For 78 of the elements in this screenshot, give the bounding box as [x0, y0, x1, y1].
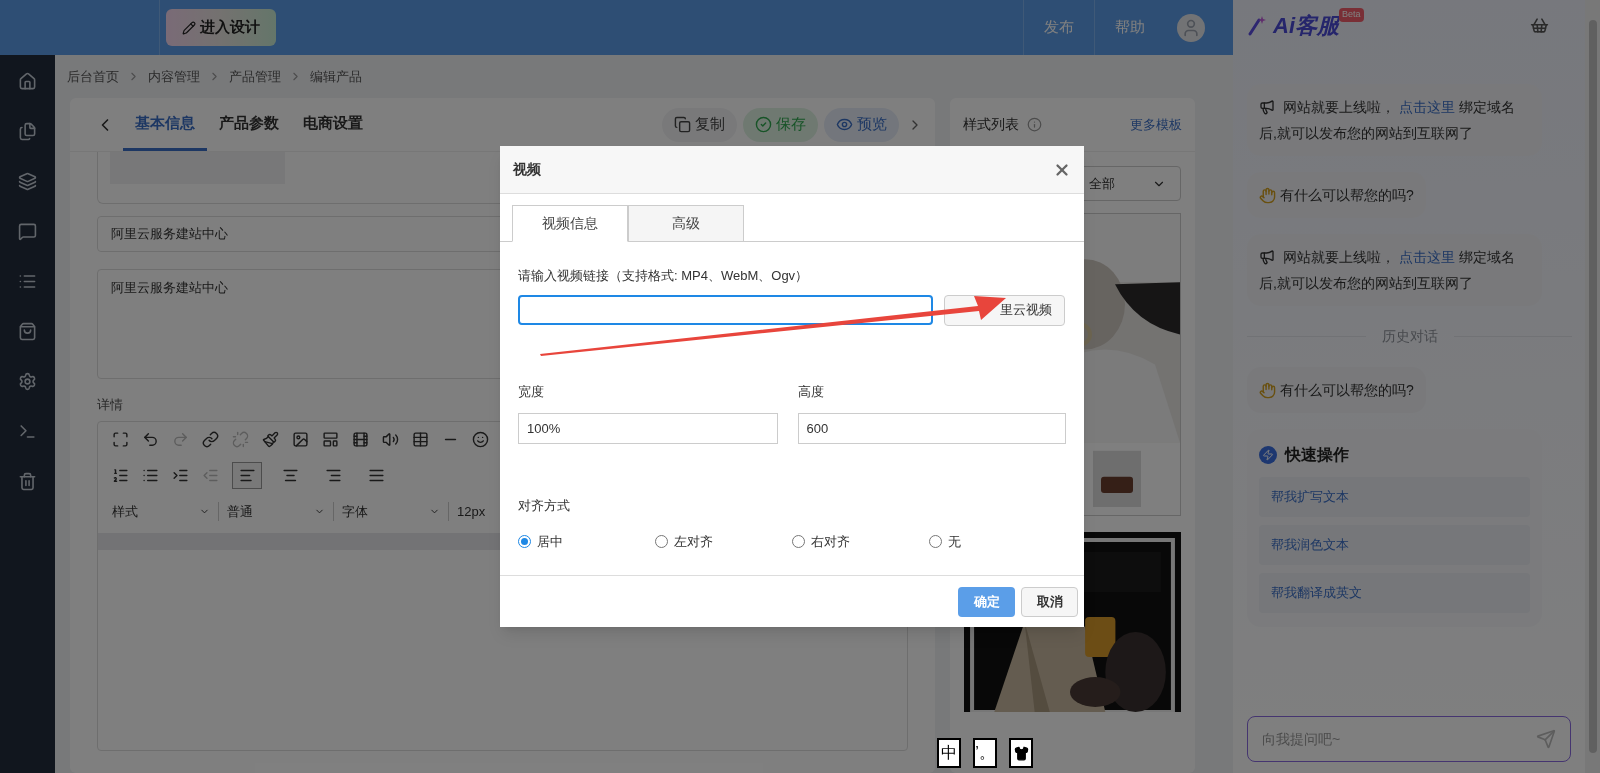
dialog-tab[interactable]: 视频信息	[512, 205, 628, 242]
undo-icon[interactable]	[142, 431, 159, 449]
brand-logo: Ai客服	[1273, 11, 1339, 40]
basket-icon[interactable]	[1530, 15, 1549, 35]
chat-message: 有什么可以帮您的吗?	[1280, 186, 1414, 205]
layers-icon[interactable]	[18, 172, 37, 191]
check-circle-icon	[755, 116, 772, 134]
numbered-list-icon[interactable]	[112, 467, 129, 485]
emoji-icon[interactable]	[472, 431, 489, 449]
font-size-dropdown[interactable]: 12px	[457, 501, 486, 522]
confirm-button[interactable]: 确定	[958, 586, 1015, 617]
format-dropdown[interactable]: 字体	[342, 501, 449, 522]
pencil-icon	[182, 20, 196, 35]
cancel-button[interactable]: 取消	[1021, 586, 1078, 617]
table-icon[interactable]	[412, 431, 429, 449]
lightning-icon	[1259, 446, 1277, 464]
film-icon[interactable]	[352, 431, 369, 449]
documents-icon[interactable]	[18, 122, 37, 141]
format-dropdown[interactable]: 样式	[112, 501, 219, 522]
breadcrumb-link[interactable]: 后台首页	[67, 66, 119, 87]
quick-action-button[interactable]: 帮我扩写文本	[1259, 477, 1530, 517]
copy-icon	[674, 116, 691, 134]
align-label: 对齐方式	[518, 497, 571, 515]
action-button[interactable]: 预览	[824, 107, 899, 142]
design-button[interactable]: 进入设计	[166, 9, 276, 46]
click-here-link[interactable]: 点击这里	[1398, 249, 1455, 265]
video-url-field[interactable]	[518, 295, 933, 325]
quick-action-button[interactable]: 帮我润色文本	[1259, 525, 1530, 565]
tab[interactable]: 产品参数	[207, 98, 291, 152]
dialog-tab[interactable]: 高级	[628, 205, 744, 242]
align-left-icon[interactable]	[232, 462, 262, 490]
ime-button[interactable]: 中	[937, 738, 961, 768]
align-radio[interactable]: 居中	[518, 531, 655, 551]
breadcrumb-link[interactable]: 编辑产品	[310, 66, 362, 87]
url-label: 请输入视频链接（支持格式: MP4、WebM、Ogv）	[518, 267, 810, 285]
list-icon[interactable]	[18, 272, 37, 291]
terminal-icon[interactable]	[18, 422, 37, 441]
height-field[interactable]: 600	[797, 413, 1066, 444]
brush-icon[interactable]	[262, 431, 279, 449]
scrollbar[interactable]	[1585, 0, 1600, 773]
dialog-title: 视频	[513, 160, 542, 179]
fullscreen-icon[interactable]	[112, 431, 129, 449]
action-button[interactable]: 复制	[662, 107, 737, 142]
home-icon[interactable]	[18, 72, 37, 91]
quick-action-button[interactable]: 帮我翻译成英文	[1259, 573, 1530, 613]
click-here-link[interactable]: 点击这里	[1398, 99, 1455, 115]
breadcrumb-link[interactable]: 产品管理	[229, 66, 281, 87]
align-radio[interactable]: 左对齐	[655, 531, 792, 551]
beta-badge: Beta	[1339, 8, 1364, 22]
image-icon[interactable]	[292, 431, 309, 449]
ime-button[interactable]: ’。	[973, 738, 997, 768]
link-icon[interactable]	[202, 431, 219, 449]
shirt-icon	[1013, 745, 1029, 761]
width-label: 宽度	[518, 382, 545, 401]
quick-actions-title: 快速操作	[1285, 445, 1349, 465]
format-dropdown[interactable]: 普通	[227, 501, 334, 522]
height-label: 高度	[797, 382, 825, 401]
megaphone-icon	[1259, 249, 1275, 266]
ime-skin-button[interactable]	[1009, 738, 1033, 768]
trash-icon[interactable]	[18, 472, 37, 491]
settings-icon[interactable]	[18, 372, 37, 391]
chat-icon[interactable]	[18, 222, 37, 241]
breadcrumb-link[interactable]: 内容管理	[148, 66, 200, 87]
bag-icon[interactable]	[18, 322, 37, 341]
megaphone-icon	[1259, 99, 1275, 116]
hand-icon	[1259, 186, 1276, 204]
width-field[interactable]: 100%	[518, 413, 778, 444]
panel-title: 样式列表	[963, 115, 1019, 135]
info-icon[interactable]	[1027, 117, 1042, 133]
template-icon[interactable]	[322, 431, 339, 449]
tab[interactable]: 电商设置	[291, 98, 375, 152]
align-radio[interactable]: 无	[929, 531, 1066, 551]
hand-icon	[1259, 381, 1276, 399]
chat-message: 有什么可以帮您的吗?	[1280, 381, 1414, 400]
details-label: 详情	[97, 396, 124, 415]
speaker-icon[interactable]	[382, 431, 399, 449]
more-templates-link[interactable]: 更多模板	[1130, 114, 1182, 135]
align-radio[interactable]: 右对齐	[792, 531, 929, 551]
